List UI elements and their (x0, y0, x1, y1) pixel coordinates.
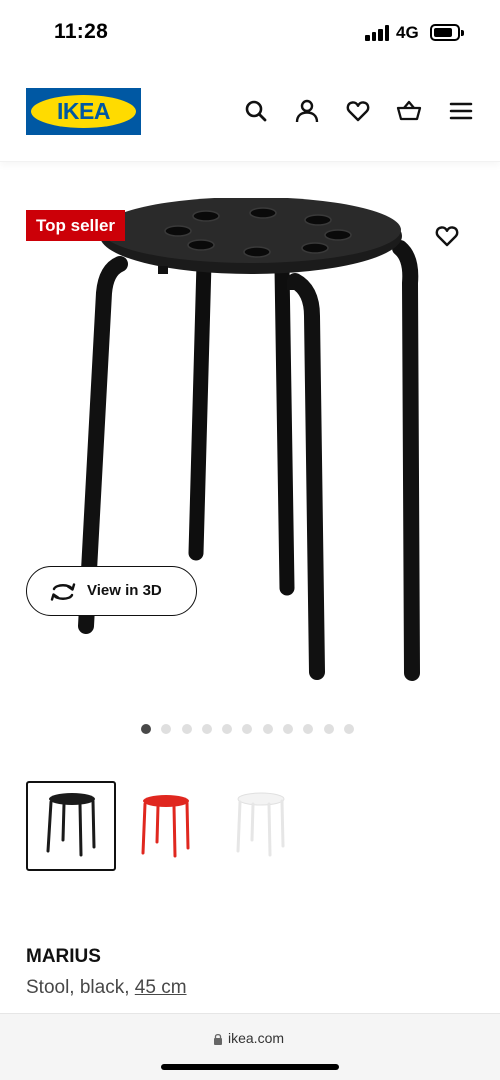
carousel-dot[interactable] (343, 724, 354, 734)
view-in-3d-button[interactable]: View in 3D (26, 566, 197, 616)
carousel-dot[interactable] (242, 724, 253, 734)
carousel-dot[interactable] (262, 724, 273, 734)
status-bar: 11:28 4G (0, 0, 500, 66)
status-time: 11:28 (54, 20, 109, 43)
carousel-dot[interactable] (141, 724, 151, 734)
product-description: Stool, black, 45 cm (26, 977, 187, 999)
account-icon[interactable] (294, 98, 320, 124)
variant-white[interactable] (223, 781, 313, 871)
carousel-dot[interactable] (283, 724, 294, 734)
variant-red[interactable] (126, 781, 216, 871)
home-indicator[interactable] (161, 1064, 339, 1070)
view-in-3d-label: View in 3D (87, 582, 162, 599)
menu-icon[interactable] (448, 98, 474, 124)
carousel-dot[interactable] (222, 724, 233, 734)
product-name: MARIUS (26, 946, 101, 967)
top-seller-badge: Top seller (26, 210, 126, 241)
variant-black[interactable] (26, 781, 116, 871)
variant-black-thumbnail (46, 793, 96, 857)
carousel-dot[interactable] (201, 724, 212, 734)
variant-white-thumbnail (236, 792, 285, 857)
carousel-dot[interactable] (303, 724, 314, 734)
logo-oval: IKEA (31, 95, 136, 128)
url-text: ikea.com (228, 1030, 285, 1046)
product-size-link[interactable]: 45 cm (135, 977, 187, 998)
network-label: 4G (396, 23, 419, 42)
site-header: IKEA (0, 66, 500, 162)
lock-icon (214, 1033, 222, 1045)
variant-red-thumbnail (141, 795, 190, 858)
carousel-dots[interactable] (141, 724, 354, 736)
add-to-favorites-icon[interactable] (434, 223, 460, 249)
cart-icon[interactable] (396, 98, 422, 124)
favorites-icon[interactable] (345, 98, 371, 124)
carousel-dot[interactable] (161, 724, 172, 734)
rotate-3d-icon (50, 583, 76, 601)
carousel-dot[interactable] (323, 724, 334, 734)
logo-text: IKEA (57, 98, 110, 124)
carousel-dot[interactable] (181, 724, 192, 734)
search-icon[interactable] (243, 98, 269, 124)
battery-tip (461, 30, 464, 36)
ikea-logo[interactable]: IKEA (26, 88, 141, 135)
product-desc-text: Stool, black, (26, 977, 135, 998)
signal-icon (365, 25, 391, 41)
battery-icon (430, 24, 460, 41)
